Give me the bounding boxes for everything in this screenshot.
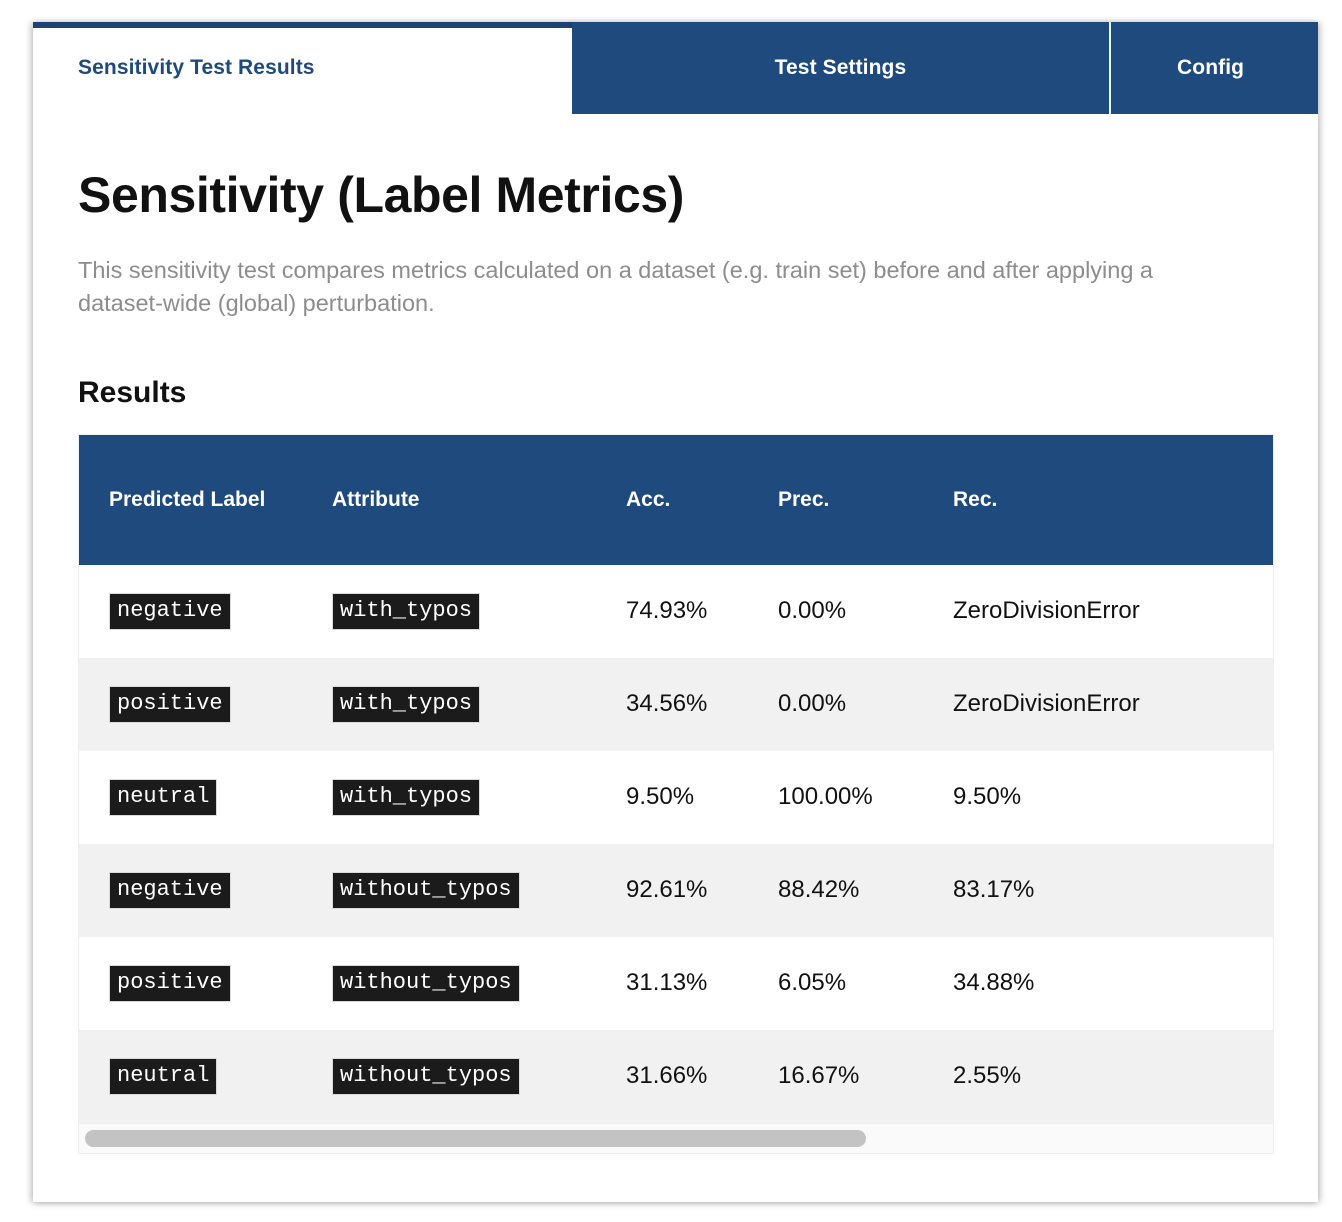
horizontal-scrollbar-thumb[interactable] [85,1129,867,1147]
cell-recall: ZeroDivisionError [953,690,1140,718]
cell-accuracy: 31.66% [626,1062,708,1090]
cell-precision: 0.00% [778,597,847,625]
attribute-badge: without_typos [332,1057,520,1095]
predicted-label-badge: negative [109,871,231,909]
attribute-badge: with_typos [332,685,481,723]
cell-predicted-label: neutral [79,751,324,844]
cell-attribute: without_typos [324,937,618,1030]
results-table-header: Predicted Label Attribute Acc. Prec. Rec… [79,434,1273,565]
tab-test-settings[interactable]: Test Settings [571,22,1110,114]
cell-accuracy: 31.13% [626,969,708,997]
tab-config[interactable]: Config [1109,22,1318,114]
cell-predicted-label: neutral [79,1030,324,1123]
horizontal-scrollbar-track[interactable] [79,1122,1273,1153]
column-header-predicted-label: Predicted Label [79,434,324,565]
cell-accuracy: 9.50% [626,783,695,811]
table-row: negative with_typos 74.93% 0.00% ZeroDiv… [79,564,1273,658]
predicted-label-badge: negative [109,592,231,630]
cell-predicted-label: negative [79,844,324,937]
predicted-label-badge: positive [109,964,231,1002]
tab-label: Config [1177,56,1245,79]
tab-label: Test Settings [774,56,907,79]
cell-recall: 9.50% [953,783,1022,811]
results-table: Predicted Label Attribute Acc. Prec. Rec… [79,434,1273,1123]
attribute-badge: without_typos [332,871,520,909]
table-row: positive without_typos 31.13% 6.05% 34.8… [79,936,1273,1030]
cell-attribute: without_typos [324,844,618,937]
cell-precision: 0.00% [778,690,847,718]
cell-predicted-label: negative [79,565,324,658]
cell-recall: ZeroDivisionError [953,597,1140,625]
column-header-accuracy: Acc. [618,434,770,565]
table-row: neutral with_typos 9.50% 100.00% 9.50% 1 [79,750,1273,844]
cell-recall: 34.88% [953,969,1035,997]
cell-recall: 83.17% [953,876,1035,904]
cell-recall: 2.55% [953,1062,1022,1090]
cell-accuracy: 92.61% [626,876,708,904]
predicted-label-badge: positive [109,685,231,723]
column-header-recall: Rec. [945,434,1273,565]
column-header-precision: Prec. [770,434,945,565]
results-table-container: Predicted Label Attribute Acc. Prec. Rec… [78,433,1274,1154]
page-title: Sensitivity (Label Metrics) [78,167,685,223]
column-header-attribute: Attribute [324,434,618,565]
cell-attribute: with_typos [324,565,618,658]
table-header-row: Predicted Label Attribute Acc. Prec. Rec… [79,434,1273,565]
table-row: positive with_typos 34.56% 0.00% ZeroDiv… [79,657,1273,751]
attribute-badge: with_typos [332,592,481,630]
cell-precision: 100.00% [778,783,873,811]
cell-accuracy: 34.56% [626,690,708,718]
main-content: Sensitivity (Label Metrics) This sensiti… [33,166,1318,1154]
results-section-title: Results [78,375,187,409]
cell-precision: 16.67% [778,1062,860,1090]
cell-predicted-label: positive [79,937,324,1030]
tab-bar: Sensitivity Test Results Test Settings C… [33,22,1318,114]
table-row: negative without_typos 92.61% 88.42% 83.… [79,843,1273,937]
tab-label: Sensitivity Test Results [78,56,315,79]
cell-attribute: with_typos [324,751,618,844]
predicted-label-badge: neutral [109,778,218,816]
attribute-badge: with_typos [332,778,481,816]
results-table-body: negative with_typos 74.93% 0.00% ZeroDiv… [79,564,1273,1123]
cell-precision: 6.05% [778,969,847,997]
cell-accuracy: 74.93% [626,597,708,625]
cell-precision: 88.42% [778,876,860,904]
attribute-badge: without_typos [332,964,520,1002]
cell-attribute: without_typos [324,1030,618,1123]
cell-predicted-label: positive [79,658,324,751]
page-description: This sensitivity test compares metrics c… [78,257,1153,317]
table-row: neutral without_typos 31.66% 16.67% 2.55… [79,1029,1273,1123]
cell-attribute: with_typos [324,658,618,751]
results-card: Sensitivity Test Results Test Settings C… [33,22,1318,1202]
predicted-label-badge: neutral [109,1057,218,1095]
tab-sensitivity-test-results[interactable]: Sensitivity Test Results [33,22,572,114]
results-table-scroll-viewport[interactable]: Predicted Label Attribute Acc. Prec. Rec… [79,434,1273,1123]
